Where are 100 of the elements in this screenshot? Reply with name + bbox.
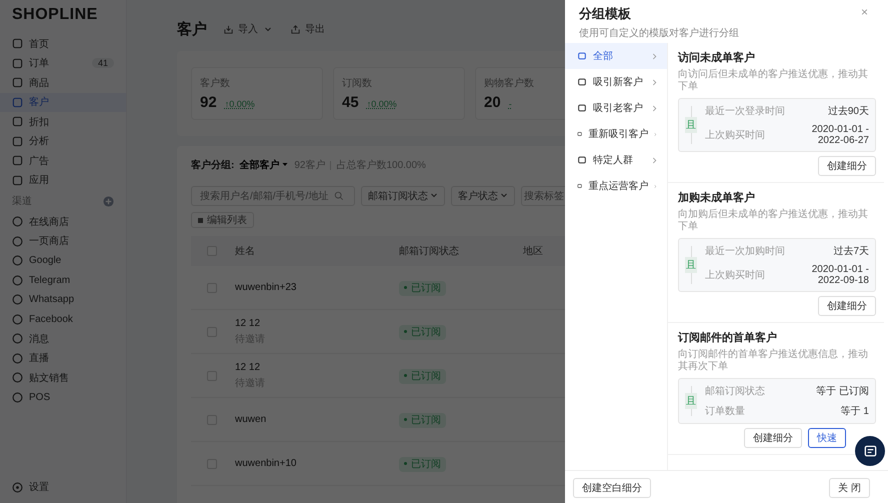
channel-icon (12, 352, 23, 364)
add-icon[interactable] (103, 196, 114, 206)
settings-item[interactable]: 设置 (0, 478, 126, 497)
menu-item-icon (12, 136, 23, 147)
template-title: 订阅邮件的首单客户 (678, 330, 778, 345)
table-cell-text: wuwenbin+23 (235, 282, 298, 293)
template-button[interactable]: 创建细分 (818, 156, 876, 176)
sidebar-item[interactable]: Facebook (0, 310, 126, 329)
condition-value: 等于 1 (840, 405, 869, 418)
sidebar-item[interactable]: Google (0, 251, 126, 270)
filter-dropdown[interactable]: 客户状态 (451, 186, 515, 206)
channel-icon (12, 255, 23, 266)
template-button[interactable]: 创建细分 (744, 428, 802, 448)
sidebar-item[interactable]: 商品 (0, 73, 126, 92)
connector-tag: 且 (685, 117, 697, 133)
caret-icon (264, 25, 272, 33)
sidebar-item[interactable]: 贴文销售 (0, 368, 126, 388)
status-tag: 已订阅 (399, 412, 446, 428)
status-tag: 已订阅 (399, 456, 446, 472)
condition-label: 最近一次加购时间 (705, 244, 785, 258)
column-header: 邮箱订阅状态 (399, 244, 460, 258)
condition-label: 上次购买时间 (705, 268, 765, 282)
template-description: 向加购后但未成单的客户推送优惠，推动其下单 (678, 209, 869, 233)
create-blank-button[interactable]: 创建空白细分 (573, 478, 651, 498)
category-icon (577, 181, 582, 191)
condition-value: 2020-01-01 - 2022-06-27 (810, 124, 869, 146)
connector-tag: 且 (685, 257, 697, 273)
sidebar-item[interactable]: 广告 (0, 151, 126, 170)
sidebar-item[interactable]: 首页 (0, 34, 126, 54)
category-icon (577, 77, 587, 87)
template-description: 向访问后但未成单的客户推送优惠，推动其下单 (678, 69, 869, 93)
sidebar-item[interactable]: Whatsapp (0, 290, 126, 310)
table-cell-text: 12 12 (235, 318, 262, 328)
menu-item-icon (12, 155, 23, 166)
sidebar-item[interactable]: 直播 (0, 348, 126, 368)
chevron-right-icon (652, 156, 657, 164)
sidebar-item[interactable]: 在线商店 (0, 212, 126, 232)
channel-icon (12, 294, 23, 306)
sidebar-item[interactable]: POS (0, 388, 126, 407)
channel-icon (12, 236, 23, 247)
condition-label: 订单数量 (705, 404, 745, 418)
import-button[interactable]: 导入 (221, 20, 274, 38)
settings-icon (12, 482, 23, 493)
close-drawer-button[interactable]: 关 闭 (829, 478, 870, 498)
segment-dropdown[interactable]: 全部客户 (239, 158, 290, 172)
category-icon (577, 129, 582, 139)
condition-value: 2020-01-01 - 2022-09-18 (810, 264, 869, 286)
template-button[interactable]: 创建细分 (818, 296, 876, 316)
sidebar-item[interactable]: 应用 (0, 170, 126, 190)
close-button[interactable]: × (858, 5, 870, 19)
category-item[interactable]: 全部 (565, 43, 667, 69)
column-header: 姓名 (235, 245, 256, 258)
condition-label: 上次购买时间 (705, 128, 765, 142)
category-item[interactable]: 特定人群 (565, 147, 667, 173)
upload-icon (290, 24, 301, 34)
table-cell-text: wuwen (235, 414, 268, 425)
drawer-title: 分组模板 (579, 5, 631, 23)
menu-item-icon (12, 116, 23, 128)
export-button[interactable]: 导出 (288, 20, 327, 38)
template-button[interactable]: 快速 (808, 428, 846, 448)
category-icon (577, 103, 587, 113)
menu-item-icon (12, 96, 23, 108)
chat-button[interactable] (855, 436, 885, 466)
status-tag: 已订阅 (399, 368, 446, 384)
category-item[interactable]: 重新吸引客户 (565, 121, 667, 147)
search-icon (334, 191, 344, 201)
page-title: 客户 (177, 20, 207, 38)
sidebar-item[interactable]: 折扣 (0, 112, 126, 132)
sidebar-item[interactable]: 客户 (0, 92, 126, 112)
channel-icon (12, 314, 23, 325)
caret-icon (281, 160, 290, 168)
edit-columns-chip[interactable]: 编辑列表 (191, 212, 254, 228)
channel-icon (12, 372, 23, 384)
filter-dropdown[interactable]: 邮箱订阅状态 (361, 186, 445, 206)
category-icon (577, 51, 587, 61)
channel-icon (12, 216, 23, 228)
template-title: 加购未成单客户 (678, 190, 756, 205)
channel-icon (12, 274, 23, 286)
sidebar-item[interactable]: 订单 41 (0, 54, 126, 73)
chevron-right-icon (652, 78, 657, 86)
status-tag: 已订阅 (399, 280, 446, 296)
condition-value: 等于 已订阅 (815, 385, 869, 398)
drawer-subtitle: 使用可自定义的模版对客户进行分组 (579, 26, 739, 40)
table-cell-text: wuwenbin+10 (235, 458, 298, 469)
chevron-right-icon (652, 104, 657, 112)
caret-icon (430, 191, 438, 199)
sidebar-item[interactable]: 分析 (0, 132, 126, 151)
sidebar-item[interactable]: Telegram (0, 270, 126, 290)
sidebar-item[interactable]: 消息 (0, 329, 126, 348)
chevron-right-icon (652, 52, 657, 60)
status-tag: 已订阅 (399, 324, 446, 340)
template-title: 访问未成单客户 (678, 50, 756, 65)
column-header: 地区 (523, 244, 543, 258)
category-icon (577, 155, 587, 165)
menu-item-icon (12, 77, 23, 88)
download-icon (223, 24, 234, 34)
condition-label: 邮箱订阅状态 (705, 384, 765, 398)
condition-value: 过去90天 (826, 104, 869, 118)
sidebar-item[interactable]: 一页商店 (0, 232, 126, 251)
menu-item-icon (12, 174, 23, 186)
